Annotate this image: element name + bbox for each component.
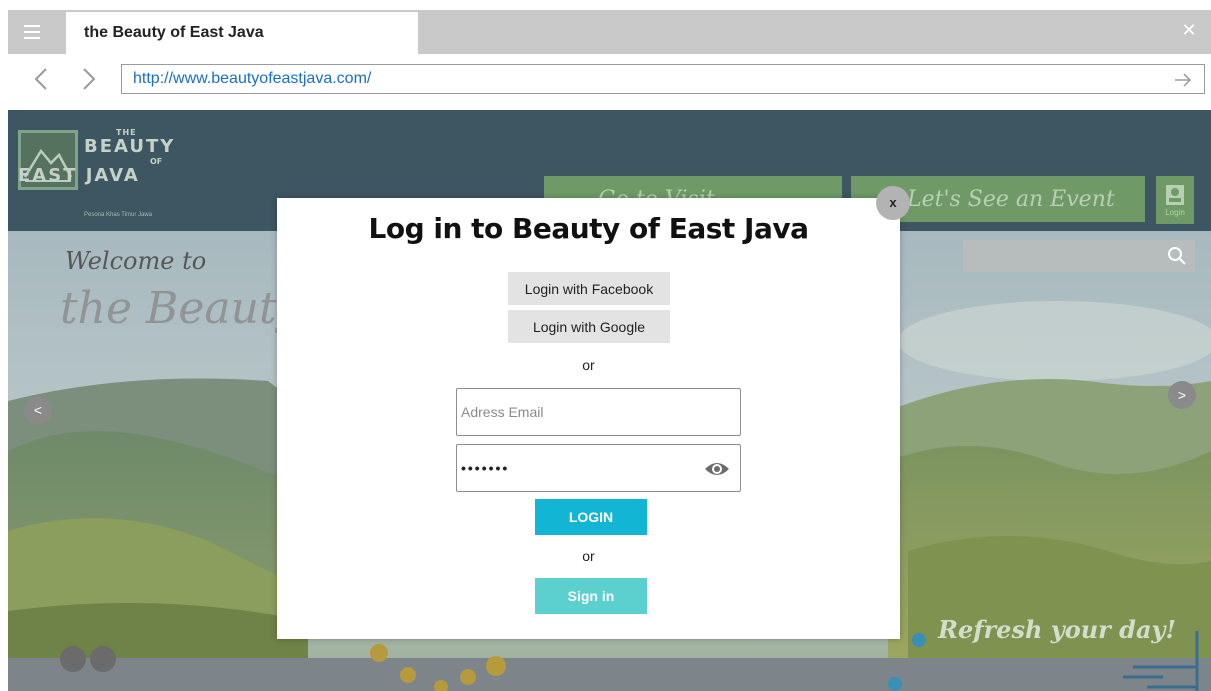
- forward-icon[interactable]: [76, 65, 100, 93]
- login-google-button[interactable]: Login with Google: [508, 310, 670, 343]
- url-text: http://www.beautyofeastjava.com/: [133, 70, 372, 87]
- decor-dot: [460, 669, 476, 685]
- see-event-label: Let's See an Event: [907, 186, 1115, 212]
- slider-dot[interactable]: [60, 646, 86, 672]
- modal-title: Log in to Beauty of East Java: [368, 212, 809, 245]
- logo-wordmark: THE BEAUTY OF EAST JAVA: [18, 128, 228, 186]
- close-icon[interactable]: ✕: [1179, 20, 1199, 40]
- login-facebook-label: Login with Facebook: [524, 280, 654, 297]
- site-logo[interactable]: THE BEAUTY OF EAST JAVA Pesona Khas Timu…: [18, 128, 228, 220]
- login-google-label: Login with Google: [532, 318, 646, 335]
- logo-tagline: Pesona Khas Timur Jawa: [84, 212, 153, 218]
- login-modal: Log in to Beauty of East Java Login with…: [277, 198, 900, 639]
- slider-next-button[interactable]: >: [1168, 381, 1196, 409]
- decor-dot: [888, 677, 902, 691]
- footer-strip: [8, 658, 1211, 691]
- password-input[interactable]: [461, 445, 711, 491]
- slider-dot[interactable]: [90, 646, 116, 672]
- decor-dot: [370, 644, 388, 662]
- page-viewport: THE BEAUTY OF EAST JAVA Pesona Khas Timu…: [8, 110, 1211, 691]
- login-facebook-button[interactable]: Login with Facebook: [508, 272, 670, 305]
- navigation-bar: http://www.beautyofeastjava.com/: [8, 54, 1211, 110]
- browser-tab[interactable]: the Beauty of East Java: [66, 12, 418, 54]
- or-separator: or: [582, 357, 595, 373]
- decor-dot: [486, 656, 506, 676]
- tab-title: the Beauty of East Java: [84, 24, 264, 41]
- or-separator: or: [582, 548, 595, 564]
- login-button[interactable]: LOGIN: [535, 499, 647, 535]
- decor-dot: [400, 667, 416, 683]
- decor-dot: [912, 633, 926, 647]
- login-button-label: LOGIN: [568, 509, 614, 525]
- slider-prev-button[interactable]: <: [24, 396, 52, 424]
- url-bar[interactable]: http://www.beautyofeastjava.com/: [121, 64, 1205, 94]
- user-icon: [1166, 184, 1184, 205]
- logo-east-java: EAST JAVA: [18, 165, 140, 186]
- logo-beauty: BEAUTY: [84, 136, 176, 157]
- browser-window: the Beauty of East Java ✕ http://www.bea…: [8, 10, 1211, 691]
- menu-icon[interactable]: [8, 10, 56, 54]
- password-field[interactable]: [456, 444, 741, 492]
- back-icon[interactable]: [30, 65, 54, 93]
- site-login-button[interactable]: Login: [1156, 176, 1194, 224]
- go-icon[interactable]: [1174, 71, 1192, 89]
- hero-welcome-text: Welcome to: [65, 247, 207, 275]
- search-icon[interactable]: [1167, 246, 1187, 266]
- modal-close-button[interactable]: x: [876, 186, 910, 220]
- site-login-label: Login: [1165, 207, 1185, 217]
- site-search-input[interactable]: [963, 240, 1195, 272]
- decor-lines-icon: [1123, 631, 1199, 691]
- tab-bar: the Beauty of East Java ✕: [8, 10, 1211, 54]
- email-field[interactable]: [456, 388, 741, 436]
- hero-script-title: the Beauty: [60, 283, 302, 334]
- eye-icon[interactable]: [704, 458, 730, 480]
- email-input[interactable]: [461, 389, 711, 435]
- decor-dot: [434, 680, 448, 691]
- sign-in-button[interactable]: Sign in: [535, 578, 647, 614]
- sign-in-button-label: Sign in: [567, 588, 615, 604]
